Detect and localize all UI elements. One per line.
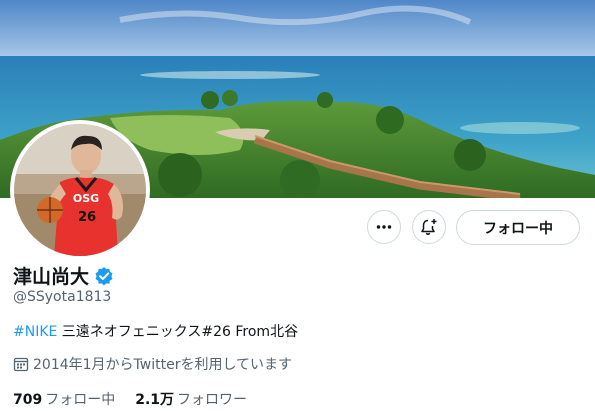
avatar[interactable]: OSG 26 bbox=[10, 120, 150, 260]
more-icon bbox=[376, 225, 392, 229]
notify-button[interactable] bbox=[412, 210, 446, 244]
bio-hashtag-link[interactable]: #NIKE bbox=[13, 324, 57, 340]
avatar-image: OSG 26 bbox=[14, 124, 146, 256]
followers-count: 2.1万 bbox=[135, 392, 175, 408]
joined-date: 2014年1月からTwitterを利用しています bbox=[13, 354, 292, 374]
verified-badge-icon bbox=[94, 266, 114, 286]
avatar-jersey-number: 26 bbox=[78, 210, 96, 225]
display-name: 津山尚大 bbox=[13, 266, 90, 288]
following-label: フォロー中 bbox=[45, 392, 116, 408]
bell-plus-icon bbox=[421, 219, 437, 235]
followers-label: フォロワー bbox=[177, 392, 248, 408]
joined-text: 2014年1月からTwitterを利用しています bbox=[33, 357, 293, 373]
following-button[interactable]: フォロー中 bbox=[456, 210, 580, 245]
following-count: 709 bbox=[13, 392, 43, 408]
bio-text: 三遠ネオフェニックス#26 From北谷 bbox=[57, 324, 299, 340]
calendar-icon bbox=[13, 357, 29, 372]
bio: #NIKE 三遠ネオフェニックス#26 From北谷 bbox=[13, 321, 298, 341]
more-button[interactable] bbox=[367, 210, 401, 244]
following-link[interactable]: 709 フォロー中 bbox=[13, 389, 115, 409]
followers-link[interactable]: 2.1万 フォロワー bbox=[135, 389, 247, 409]
name-row: 津山尚大 bbox=[13, 262, 114, 289]
follow-stats: 709 フォロー中 2.1万 フォロワー bbox=[13, 389, 267, 409]
handle: @SSyota1813 bbox=[13, 289, 112, 305]
avatar-jersey-text: OSG bbox=[73, 192, 99, 205]
